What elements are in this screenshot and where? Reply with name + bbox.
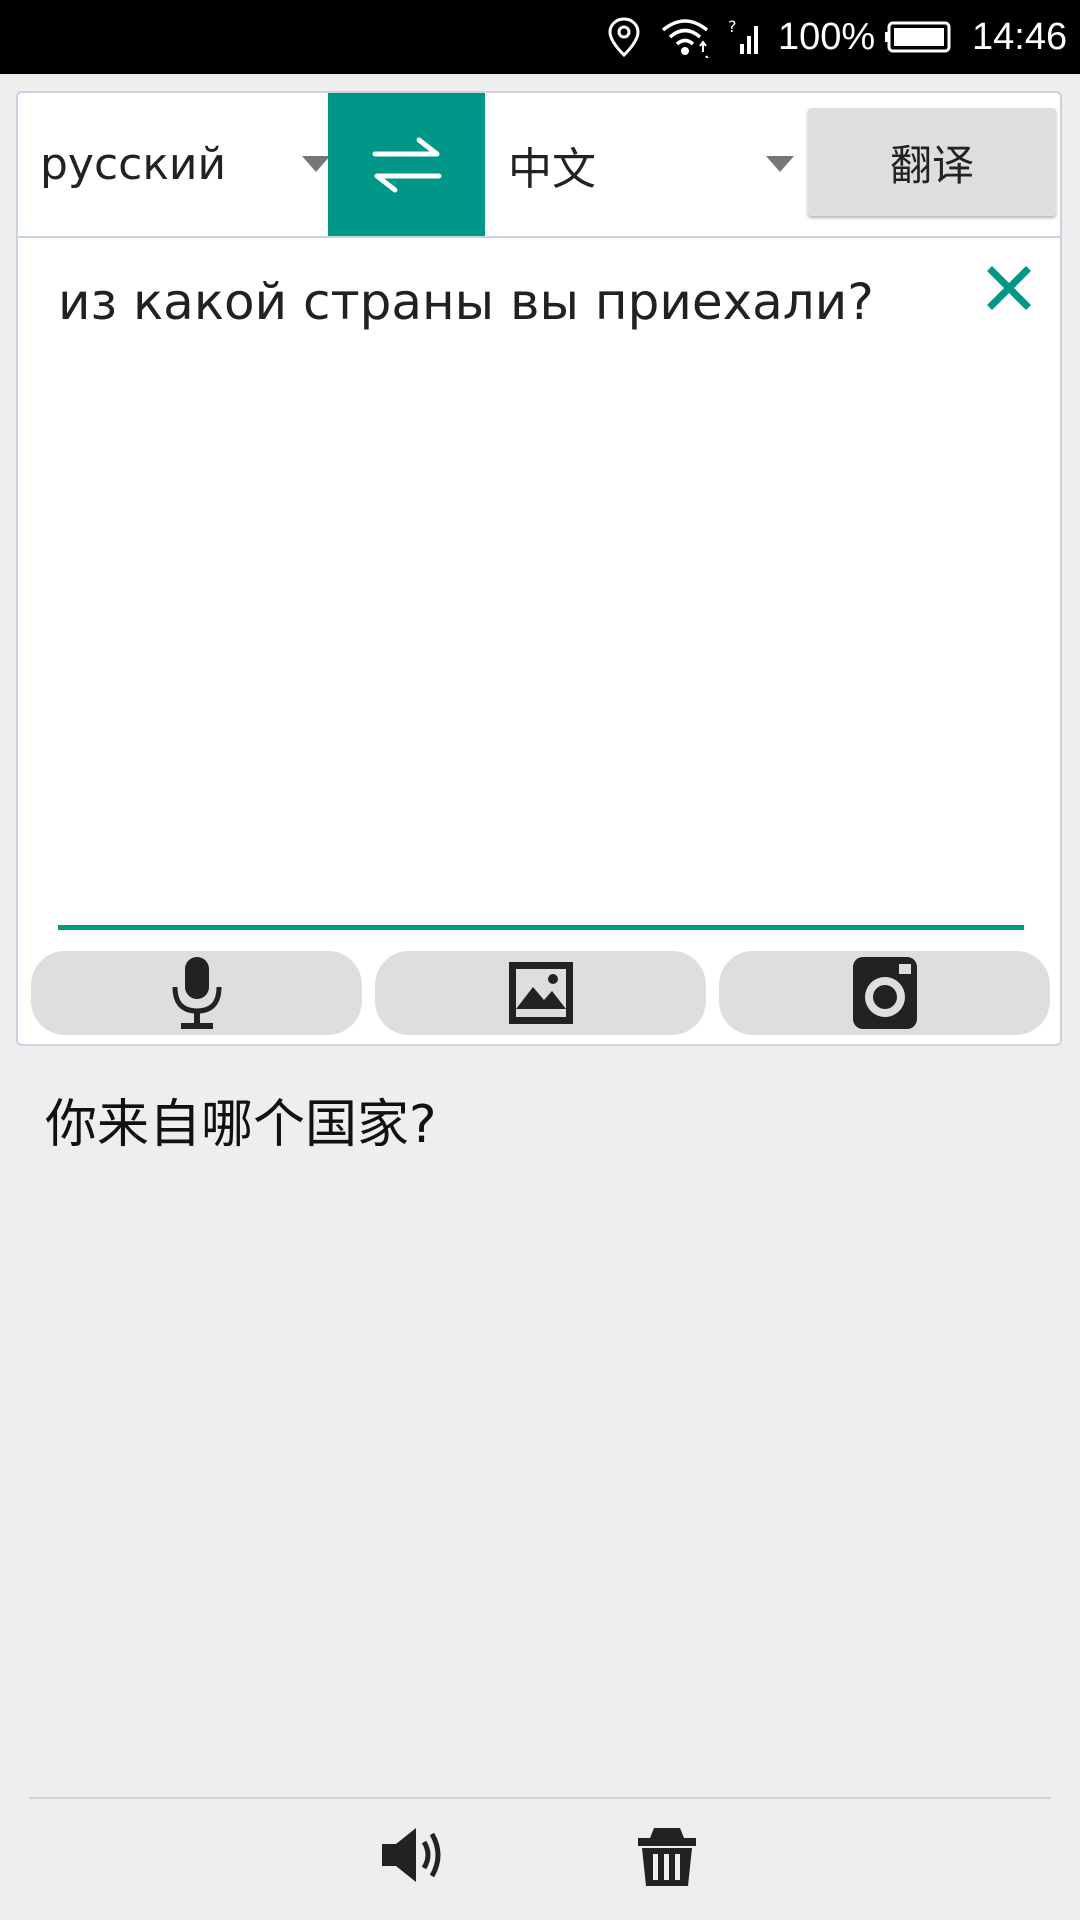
source-text-input[interactable]: из какой страны вы приехали? (58, 273, 958, 331)
voice-input-button[interactable] (31, 951, 362, 1035)
input-underline (58, 925, 1024, 930)
bottom-divider (29, 1797, 1051, 1799)
status-bar: ? 100% 14:46 (0, 0, 1080, 74)
translation-output: 你来自哪个国家? (45, 1095, 437, 1155)
image-icon (508, 962, 573, 1024)
target-language-label: 中文 (508, 143, 596, 195)
source-language-select[interactable]: русский (40, 93, 330, 236)
battery-icon (885, 0, 955, 74)
translate-button-label: 翻译 (889, 140, 974, 190)
location-icon (607, 0, 641, 74)
microphone-icon (172, 957, 221, 1029)
camera-icon (852, 957, 917, 1029)
close-icon[interactable] (984, 263, 1034, 313)
trash-icon[interactable] (632, 1820, 702, 1890)
target-language-select[interactable]: 中文 (508, 93, 798, 236)
chevron-down-icon (302, 156, 330, 172)
signal-icon: ? (728, 0, 764, 74)
clock: 14:46 (972, 15, 1068, 58)
image-input-button[interactable] (375, 951, 706, 1035)
battery-percent: 100% (778, 15, 876, 58)
translate-button[interactable]: 翻译 (808, 108, 1056, 216)
source-language-label: русский (40, 139, 227, 190)
wifi-icon (660, 0, 710, 74)
svg-text:?: ? (728, 17, 737, 36)
swap-languages-button[interactable] (328, 93, 485, 236)
swap-arrows-icon (372, 137, 441, 192)
language-bar: русский 中文 翻译 (18, 93, 1060, 238)
chevron-down-icon (766, 156, 794, 172)
speaker-icon[interactable] (378, 1820, 448, 1890)
translation-card: русский 中文 翻译 из какой страны вы приехал… (16, 91, 1062, 1046)
camera-input-button[interactable] (719, 951, 1050, 1035)
